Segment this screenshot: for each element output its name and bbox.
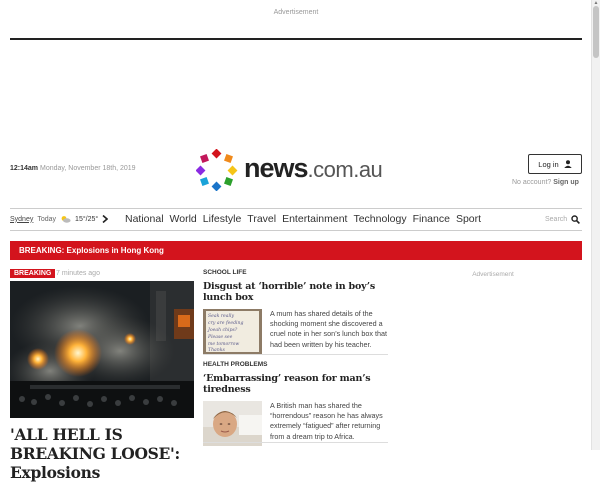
lead-image-scene (10, 281, 194, 418)
user-icon (564, 160, 572, 168)
man-in-bed-image (203, 401, 262, 446)
partly-cloudy-icon (61, 216, 71, 223)
logo-domain: .com.au (307, 157, 383, 182)
scrollbar-thumb[interactable] (593, 6, 599, 58)
story-card-tiredness[interactable]: HEALTH PROBLEMS ‘Embarrassing’ reason fo… (203, 361, 388, 446)
weather-temps: 15°/25° (75, 215, 99, 223)
nav-item-technology[interactable]: Technology (353, 213, 406, 225)
story-thumbnail[interactable]: Seak really cry are feeding Joeah chips?… (203, 309, 262, 354)
nav-item-finance[interactable]: Finance (413, 213, 450, 225)
search-button[interactable]: Search (545, 215, 581, 224)
story-thumbnail[interactable] (203, 401, 262, 446)
story-divider (203, 354, 388, 355)
nav-item-national[interactable]: National (125, 213, 164, 225)
no-account-prompt: No account? Sign up (512, 179, 579, 186)
no-account-text: No account? (512, 179, 552, 186)
signup-link[interactable]: Sign up (553, 179, 579, 186)
nav-top-rule (10, 208, 582, 209)
logo-main: news (244, 153, 309, 183)
story-category: SCHOOL LIFE (203, 269, 247, 276)
nav-item-sport[interactable]: Sport (456, 213, 481, 225)
site-logo[interactable]: news.com.au (196, 149, 416, 191)
nav-bottom-rule (10, 230, 582, 231)
search-label: Search (545, 216, 568, 223)
weather-day: Today (37, 215, 57, 223)
note-line-6: Thanks (208, 347, 226, 353)
note-line-1: Seak really (208, 313, 234, 319)
note-line-3: Joeah chips? (207, 327, 238, 333)
note-line-4: Please see (207, 334, 233, 340)
logo-wordmark: news.com.au (244, 153, 383, 184)
story-summary: A mum has shared details of the shocking… (270, 309, 387, 349)
lead-story-image[interactable] (10, 281, 194, 418)
login-button[interactable]: Log in (528, 154, 582, 174)
weather-city[interactable]: Sydney (10, 216, 33, 223)
search-icon (571, 215, 581, 224)
chevron-right-icon[interactable] (102, 215, 109, 223)
date-time: 12:14am Monday, November 18th, 2019 (10, 165, 136, 172)
top-ad-label: Advertisement (273, 9, 319, 16)
current-date: Monday, November 18th, 2019 (39, 165, 136, 172)
main-nav: National World Lifestyle Travel Entertai… (125, 213, 487, 225)
nav-item-travel[interactable]: Travel (247, 213, 276, 225)
page-scrollbar[interactable]: ▲ (591, 0, 600, 450)
side-ad-label: Advertisement (472, 271, 514, 278)
current-time: 12:14am (10, 165, 39, 172)
breaking-badge: BREAKING (10, 269, 56, 278)
nav-item-entertainment[interactable]: Entertainment (282, 213, 347, 225)
breaking-news-bar[interactable]: BREAKING: Explosions in Hong Kong (10, 241, 582, 260)
nav-item-world[interactable]: World (170, 213, 197, 225)
story-card-lunchbox[interactable]: SCHOOL LIFE Disgust at ‘horrible’ note i… (203, 269, 388, 354)
lead-timestamp: 7 minutes ago (56, 270, 100, 277)
handwritten-note-image: Seak really cry are feeding Joeah chips?… (203, 309, 262, 354)
note-line-5: me tomorrow (208, 341, 239, 347)
login-label: Log in (538, 159, 559, 169)
note-line-2: cry are feeding (208, 320, 243, 326)
lead-headline[interactable]: 'ALL HELL IS BREAKING LOOSE': Explosions (10, 425, 200, 482)
story-headline[interactable]: Disgust at ‘horrible’ note in boy’s lunc… (203, 281, 388, 303)
header-top-rule (10, 38, 582, 40)
weather-widget[interactable]: Sydney Today 15°/25° (10, 215, 109, 223)
nav-item-lifestyle[interactable]: Lifestyle (203, 213, 242, 225)
story-summary: A British man has shared the “horrendous… (270, 401, 383, 441)
story-divider (203, 442, 388, 443)
story-headline[interactable]: ‘Embarrassing’ reason for man’s tirednes… (203, 373, 388, 395)
logo-dots-icon (196, 149, 238, 191)
story-category: HEALTH PROBLEMS (203, 361, 268, 368)
